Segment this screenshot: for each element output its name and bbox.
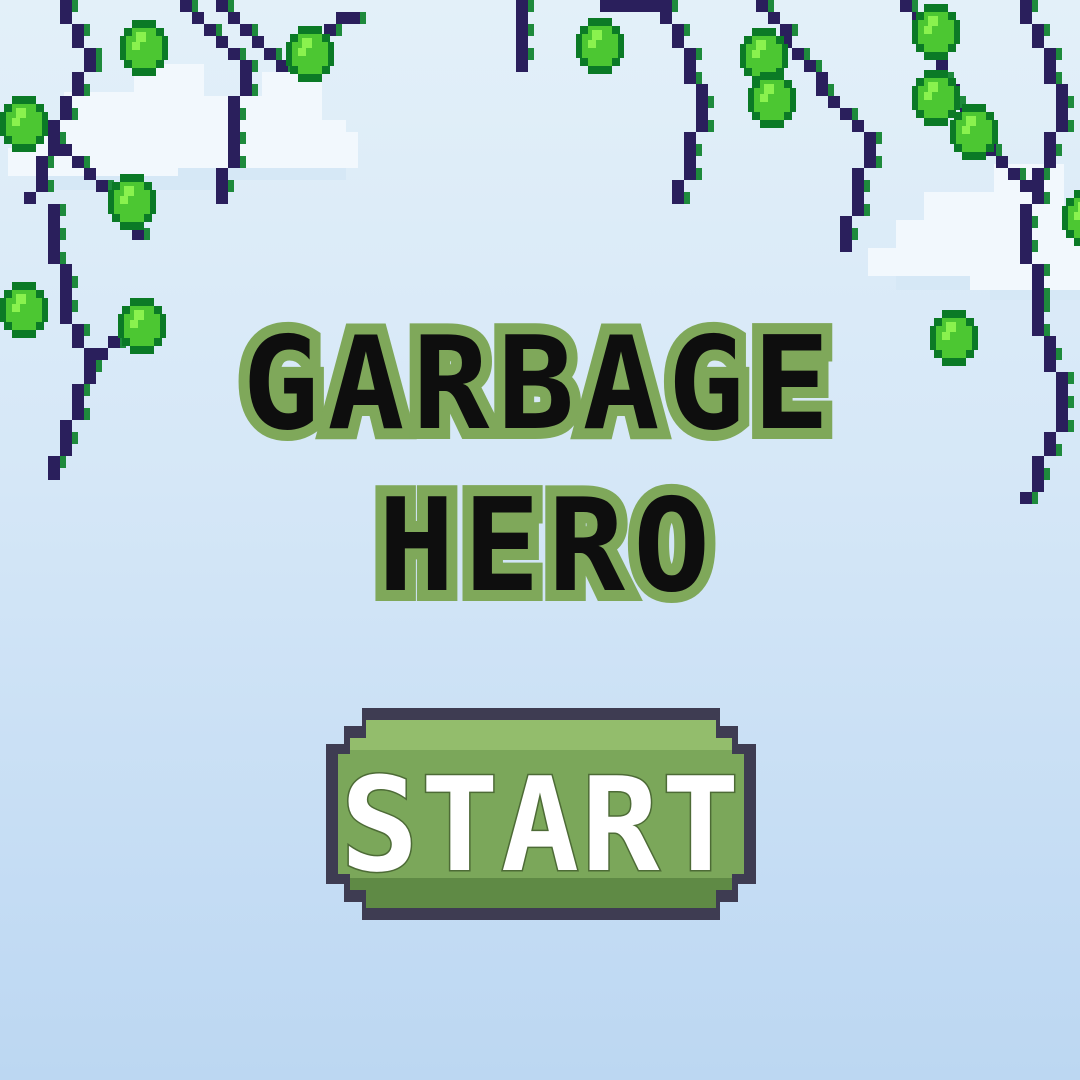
title-line-1: GARBAGE bbox=[231, 299, 840, 470]
start-button-frame: START bbox=[326, 708, 756, 920]
title-line-2-text: HERO bbox=[378, 472, 718, 621]
start-button-label: START bbox=[340, 749, 741, 901]
title-line-1-text: GARBAGE bbox=[242, 310, 837, 459]
title-line-2: HERO bbox=[367, 461, 721, 632]
start-button[interactable]: START bbox=[326, 708, 756, 920]
